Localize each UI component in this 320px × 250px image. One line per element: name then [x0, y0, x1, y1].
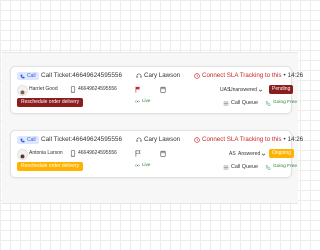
- phone-outgoing-icon: [265, 101, 271, 106]
- clock-alert-icon: [194, 137, 200, 143]
- extension-code: AS: [229, 151, 236, 157]
- sla-link[interactable]: Connect SLA Tracking to this • 14:26: [194, 136, 304, 143]
- customer-name[interactable]: Harriet Good: [29, 87, 58, 92]
- action-tag[interactable]: Reschedule order delivery: [17, 98, 84, 107]
- live-signal-icon: [135, 100, 140, 103]
- chevron-down-icon: [262, 153, 266, 156]
- queue-icon: [223, 165, 229, 170]
- ticket-card[interactable]: Call Call Ticket:46649624595556 Cary Law…: [10, 66, 303, 114]
- ticket-time: 14:26: [287, 72, 304, 79]
- ticket-time: 14:26: [287, 136, 304, 143]
- headset-icon: [136, 73, 142, 78]
- sla-text: Connect SLA Tracking to this: [202, 136, 282, 143]
- clock-alert-icon: [194, 73, 200, 79]
- flag-icon[interactable]: [135, 150, 141, 157]
- sla-link[interactable]: Connect SLA Tracking to this • 14:26: [194, 72, 304, 79]
- avatar: [17, 149, 28, 160]
- ticket-type-label: Call: [27, 72, 36, 79]
- phone-outgoing-icon: [265, 165, 271, 170]
- queue-info: Call Queue: [223, 100, 258, 106]
- time-separator: •: [283, 72, 286, 79]
- customer-phone[interactable]: 46649624595556: [78, 87, 117, 92]
- avatar: [17, 85, 28, 96]
- phone-icon: [20, 138, 25, 142]
- agent-name: Cary Lawson: [144, 136, 181, 143]
- live-label: Live: [142, 162, 151, 168]
- ticket-type-pill: Call: [17, 136, 39, 144]
- live-label: Live: [142, 98, 151, 104]
- call-status-dropdown[interactable]: Answered: [238, 152, 266, 157]
- call-status-label: Unanswered: [229, 87, 258, 93]
- mobile-phone-icon: [70, 86, 76, 93]
- direction-info: Going Free: [265, 100, 297, 106]
- calendar-icon[interactable]: [160, 86, 166, 93]
- customer-phone[interactable]: 46649624595556: [78, 151, 117, 156]
- live-signal-icon: [135, 164, 140, 167]
- calendar-icon[interactable]: [160, 150, 166, 157]
- status-badge: Ongoing: [269, 149, 294, 158]
- ticket-card[interactable]: Call Call Ticket:46649624595556 Cary Law…: [10, 130, 303, 178]
- call-status-label: Answered: [238, 151, 261, 157]
- queue-label: Call Queue: [231, 100, 258, 106]
- queue-label: Call Queue: [231, 164, 258, 170]
- action-tag[interactable]: Reschedule order delivery: [17, 162, 84, 171]
- time-separator: •: [283, 136, 286, 143]
- live-indicator: Live: [135, 99, 150, 104]
- headset-icon: [136, 137, 142, 142]
- chevron-down-icon: [258, 89, 263, 92]
- flag-icon[interactable]: [135, 86, 141, 93]
- ticket-type-pill: Call: [17, 72, 39, 80]
- queue-icon: [223, 101, 229, 106]
- queue-info: Call Queue: [223, 164, 258, 170]
- ticket-title[interactable]: Call Ticket:46649624595556: [41, 136, 122, 143]
- call-status-dropdown[interactable]: Unanswered: [229, 88, 263, 93]
- sla-text: Connect SLA Tracking to this: [202, 72, 282, 79]
- phone-icon: [20, 74, 25, 78]
- direction-label: Going Free: [273, 100, 297, 106]
- customer-name[interactable]: Antonia Larson: [29, 151, 63, 156]
- status-badge: Pending: [269, 85, 294, 94]
- ticket-title[interactable]: Call Ticket:46649624595556: [41, 72, 122, 79]
- agent-name: Cary Lawson: [144, 72, 181, 79]
- direction-info: Going Free: [265, 164, 297, 170]
- ticket-type-label: Call: [27, 136, 36, 143]
- mobile-phone-icon: [70, 150, 76, 157]
- direction-label: Going Free: [273, 164, 297, 170]
- live-indicator: Live: [135, 163, 150, 168]
